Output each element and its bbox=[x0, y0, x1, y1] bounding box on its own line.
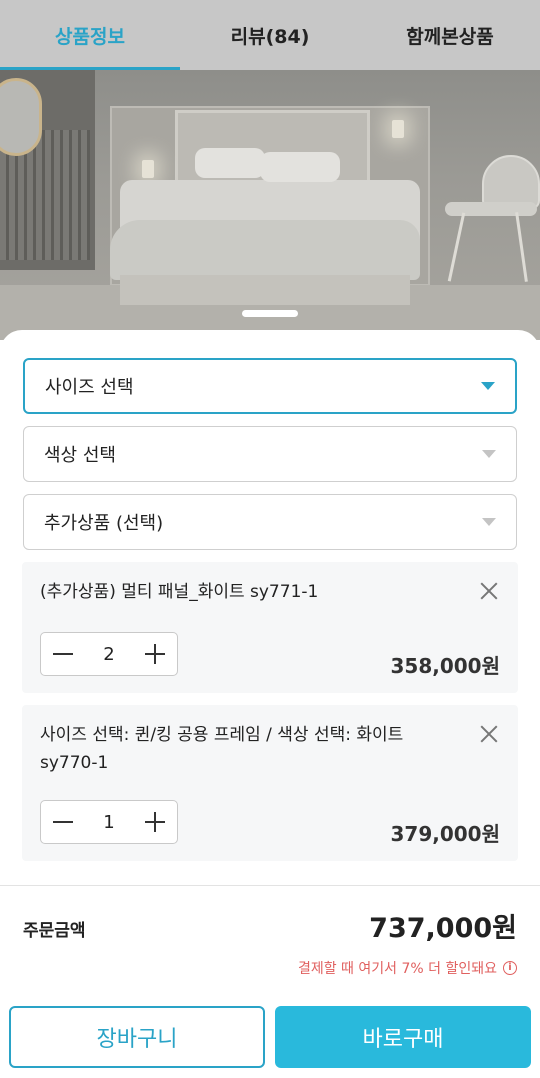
close-icon[interactable] bbox=[478, 723, 500, 745]
image-chair-seat bbox=[445, 202, 537, 216]
chevron-down-icon bbox=[482, 450, 496, 458]
plus-icon-vertical bbox=[154, 644, 156, 664]
selected-item: 사이즈 선택: 퀸/킹 공용 프레임 / 색상 선택: 화이트 sy770-1 … bbox=[22, 705, 518, 861]
size-select-dropdown[interactable]: 사이즈 선택 bbox=[23, 358, 517, 414]
image-chair-leg bbox=[447, 212, 466, 282]
color-select-label: 색상 선택 bbox=[44, 445, 116, 466]
plus-icon-vertical bbox=[154, 812, 156, 832]
image-bed-base bbox=[120, 275, 410, 305]
selected-item-price: 379,000원 bbox=[390, 822, 501, 846]
minus-icon bbox=[53, 653, 73, 655]
color-select-dropdown[interactable]: 색상 선택 bbox=[23, 426, 517, 482]
size-select-label: 사이즈 선택 bbox=[45, 377, 134, 398]
plus-button[interactable] bbox=[133, 801, 177, 843]
selected-item-price: 358,000원 bbox=[390, 654, 501, 678]
plus-button[interactable] bbox=[133, 633, 177, 675]
image-lamp-left bbox=[142, 160, 154, 178]
carousel-indicator[interactable] bbox=[242, 310, 298, 317]
chevron-down-icon bbox=[482, 518, 496, 526]
chevron-down-icon bbox=[481, 382, 495, 390]
discount-note[interactable]: 결제할 때 여기서 7% 더 할인돼요 i bbox=[298, 958, 517, 978]
minus-button[interactable] bbox=[41, 801, 85, 843]
minus-icon bbox=[53, 821, 73, 823]
tab-product-info[interactable]: 상품정보 bbox=[0, 0, 180, 70]
tab-bar: 상품정보 리뷰(84) 함께본상품 bbox=[0, 0, 540, 70]
tab-reviews[interactable]: 리뷰(84) bbox=[180, 0, 360, 70]
divider bbox=[0, 885, 540, 886]
image-blanket bbox=[110, 220, 420, 280]
buy-now-button[interactable]: 바로구매 bbox=[275, 1006, 531, 1068]
tab-related-products[interactable]: 함께본상품 bbox=[360, 0, 540, 70]
option-sheet: 사이즈 선택 색상 선택 추가상품 (선택) (추가상품) 멀티 패널_화이트 … bbox=[0, 330, 540, 1078]
quantity-stepper: 1 bbox=[40, 800, 178, 844]
addon-select-dropdown[interactable]: 추가상품 (선택) bbox=[23, 494, 517, 550]
quantity-value[interactable]: 1 bbox=[85, 812, 133, 833]
order-total-value: 737,000원 bbox=[369, 913, 517, 944]
image-pillow bbox=[260, 152, 340, 182]
selected-item: (추가상품) 멀티 패널_화이트 sy771-1 2 358,000원 bbox=[22, 562, 518, 693]
info-icon[interactable]: i bbox=[503, 961, 517, 975]
image-pillow bbox=[195, 148, 265, 178]
add-to-cart-button[interactable]: 장바구니 bbox=[9, 1006, 265, 1068]
image-mirror bbox=[0, 78, 42, 156]
order-total-label: 주문금액 bbox=[23, 921, 86, 941]
close-icon[interactable] bbox=[478, 580, 500, 602]
addon-select-label: 추가상품 (선택) bbox=[44, 513, 164, 534]
selected-item-name: (추가상품) 멀티 패널_화이트 sy771-1 bbox=[40, 582, 319, 602]
image-lamp-right bbox=[392, 120, 404, 138]
minus-button[interactable] bbox=[41, 633, 85, 675]
quantity-value[interactable]: 2 bbox=[85, 644, 133, 665]
discount-note-text: 결제할 때 여기서 7% 더 할인돼요 bbox=[297, 961, 497, 977]
selected-item-name: 사이즈 선택: 퀸/킹 공용 프레임 / 색상 선택: 화이트 sy770-1 bbox=[40, 725, 404, 773]
quantity-stepper: 2 bbox=[40, 632, 178, 676]
product-image[interactable] bbox=[0, 70, 540, 340]
image-chair-leg bbox=[515, 212, 528, 282]
